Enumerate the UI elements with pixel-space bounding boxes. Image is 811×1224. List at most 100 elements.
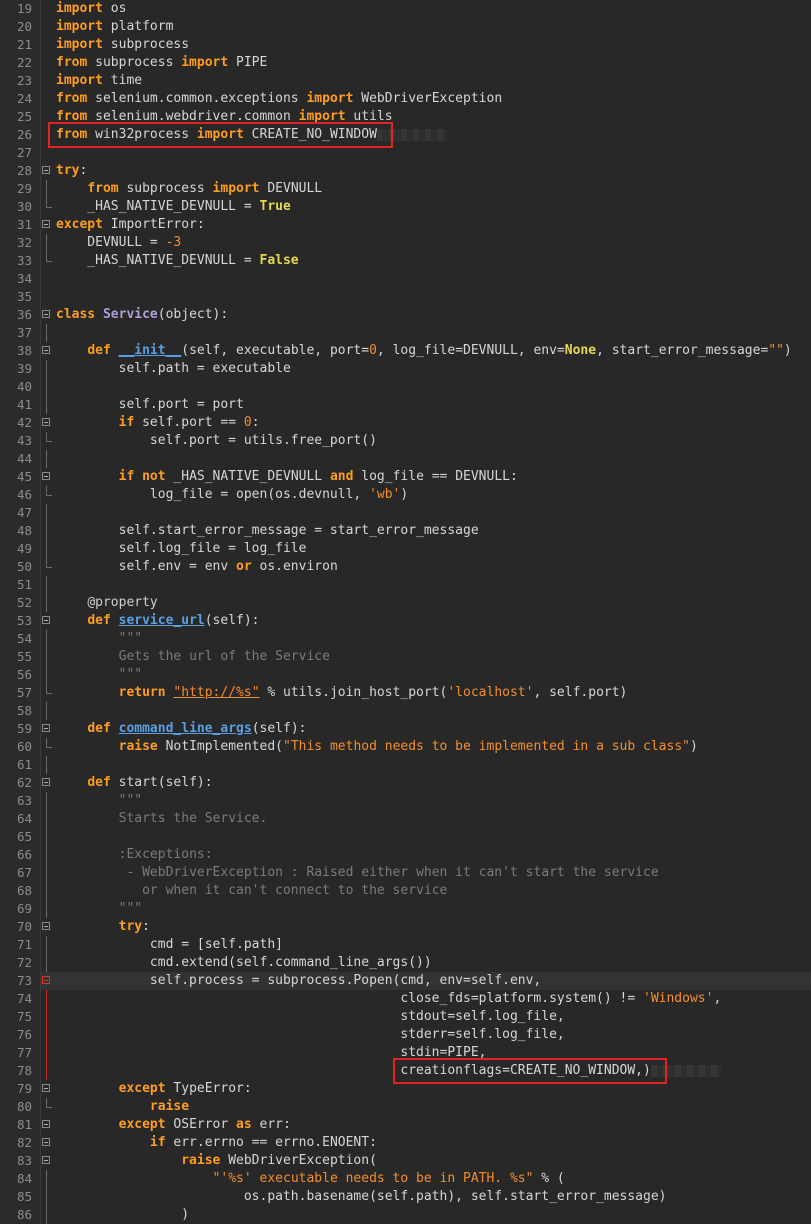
code-line-26[interactable]: 26 from win32process import CREATE_NO_WIN… bbox=[0, 126, 811, 144]
token: DEVNULL bbox=[259, 181, 323, 196]
code-line-58[interactable]: 58 bbox=[0, 702, 811, 720]
code-line-34[interactable]: 34 bbox=[0, 270, 811, 288]
code-line-82[interactable]: 82 if err.errno == errno.ENOENT: bbox=[0, 1134, 811, 1152]
fold-toggle-icon[interactable] bbox=[42, 976, 50, 984]
code-line-64[interactable]: 64 Starts the Service. bbox=[0, 810, 811, 828]
code-line-31[interactable]: 31 except ImportError: bbox=[0, 216, 811, 234]
code-line-38[interactable]: 38 def __init__(self, executable, port=0… bbox=[0, 342, 811, 360]
code-text: from subprocess import DEVNULL bbox=[56, 180, 322, 198]
code-line-85[interactable]: 85 os.path.basename(self.path), self.sta… bbox=[0, 1188, 811, 1206]
code-line-52[interactable]: 52 @property bbox=[0, 594, 811, 612]
code-line-70[interactable]: 70 try: bbox=[0, 918, 811, 936]
fold-toggle-icon[interactable] bbox=[42, 616, 50, 624]
code-line-40[interactable]: 40 bbox=[0, 378, 811, 396]
code-line-61[interactable]: 61 bbox=[0, 756, 811, 774]
code-line-53[interactable]: 53 def service_url(self): bbox=[0, 612, 811, 630]
code-line-41[interactable]: 41 self.port = port bbox=[0, 396, 811, 414]
code-line-47[interactable]: 47 bbox=[0, 504, 811, 522]
line-number: 35 bbox=[16, 289, 32, 304]
code-line-45[interactable]: 45 if not _HAS_NATIVE_DEVNULL and log_fi… bbox=[0, 468, 811, 486]
token: 'wb' bbox=[369, 487, 401, 502]
code-line-62[interactable]: 62 def start(self): bbox=[0, 774, 811, 792]
code-line-81[interactable]: 81 except OSError as err: bbox=[0, 1116, 811, 1134]
fold-toggle-icon[interactable] bbox=[42, 778, 50, 786]
code-line-56[interactable]: 56 """ bbox=[0, 666, 811, 684]
fold-toggle-icon[interactable] bbox=[42, 1156, 50, 1164]
fold-toggle-icon[interactable] bbox=[42, 1084, 50, 1092]
code-line-25[interactable]: 25 from selenium.webdriver.common import … bbox=[0, 108, 811, 126]
code-line-29[interactable]: 29 from subprocess import DEVNULL bbox=[0, 180, 811, 198]
code-line-42[interactable]: 42 if self.port == 0: bbox=[0, 414, 811, 432]
line-number: 62 bbox=[16, 775, 32, 790]
code-line-19[interactable]: 19 import os bbox=[0, 0, 811, 18]
token: 'Windows' bbox=[643, 991, 714, 1006]
code-line-72[interactable]: 72 cmd.extend(self.command_line_args()) bbox=[0, 954, 811, 972]
code-line-57[interactable]: 57 return "http://%s" % utils.join_host_… bbox=[0, 684, 811, 702]
code-line-79[interactable]: 79 except TypeError: bbox=[0, 1080, 811, 1098]
code-line-54[interactable]: 54 """ bbox=[0, 630, 811, 648]
code-editor[interactable]: 19 import os 20 import platform 21 import sub… bbox=[0, 0, 811, 1224]
code-line-24[interactable]: 24 from selenium.common.exceptions import… bbox=[0, 90, 811, 108]
code-line-23[interactable]: 23 import time bbox=[0, 72, 811, 90]
code-line-73[interactable]: 73 self.process = subprocess.Popen(cmd, … bbox=[0, 972, 811, 990]
fold-toggle-icon[interactable] bbox=[42, 310, 50, 318]
token: os.path.basename(self.path), self.start_… bbox=[56, 1189, 667, 1204]
token: (self): bbox=[204, 613, 260, 628]
fold-toggle-icon[interactable] bbox=[42, 220, 50, 228]
code-line-37[interactable]: 37 bbox=[0, 324, 811, 342]
code-line-78[interactable]: 78 creationflags=CREATE_NO_WINDOW,) bbox=[0, 1062, 811, 1080]
code-line-86[interactable]: 86 ) bbox=[0, 1206, 811, 1224]
token: 'localhost' bbox=[447, 685, 534, 700]
code-line-84[interactable]: 84 "'%s' executable needs to be in PATH.… bbox=[0, 1170, 811, 1188]
code-line-46[interactable]: 46 log_file = open(os.devnull, 'wb') bbox=[0, 486, 811, 504]
code-line-77[interactable]: 77 stdin=PIPE, bbox=[0, 1044, 811, 1062]
code-line-51[interactable]: 51 bbox=[0, 576, 811, 594]
code-line-68[interactable]: 68 or when it can't connect to the servi… bbox=[0, 882, 811, 900]
code-line-21[interactable]: 21 import subprocess bbox=[0, 36, 811, 54]
fold-toggle-icon[interactable] bbox=[42, 1120, 50, 1128]
code-line-80[interactable]: 80 raise bbox=[0, 1098, 811, 1116]
token: if bbox=[149, 1135, 166, 1150]
code-line-28[interactable]: 28 try: bbox=[0, 162, 811, 180]
fold-guide bbox=[46, 900, 47, 918]
fold-toggle-icon[interactable] bbox=[42, 166, 50, 174]
fold-toggle-icon[interactable] bbox=[42, 472, 50, 480]
code-line-63[interactable]: 63 """ bbox=[0, 792, 811, 810]
fold-toggle-icon[interactable] bbox=[42, 346, 50, 354]
code-line-66[interactable]: 66 :Exceptions: bbox=[0, 846, 811, 864]
code-line-27[interactable]: 27 bbox=[0, 144, 811, 162]
code-line-43[interactable]: 43 self.port = utils.free_port() bbox=[0, 432, 811, 450]
code-line-48[interactable]: 48 self.start_error_message = start_erro… bbox=[0, 522, 811, 540]
code-line-30[interactable]: 30 _HAS_NATIVE_DEVNULL = True bbox=[0, 198, 811, 216]
fold-toggle-icon[interactable] bbox=[42, 418, 50, 426]
code-line-74[interactable]: 74 close_fds=platform.system() != 'Windo… bbox=[0, 990, 811, 1008]
line-number: 24 bbox=[16, 91, 32, 106]
code-line-44[interactable]: 44 bbox=[0, 450, 811, 468]
fold-toggle-icon[interactable] bbox=[42, 1138, 50, 1146]
line-number: 73 bbox=[16, 973, 32, 988]
code-line-20[interactable]: 20 import platform bbox=[0, 18, 811, 36]
code-line-49[interactable]: 49 self.log_file = log_file bbox=[0, 540, 811, 558]
code-line-22[interactable]: 22 from subprocess import PIPE bbox=[0, 54, 811, 72]
code-line-60[interactable]: 60 raise NotImplemented("This method nee… bbox=[0, 738, 811, 756]
code-line-65[interactable]: 65 bbox=[0, 828, 811, 846]
code-line-69[interactable]: 69 """ bbox=[0, 900, 811, 918]
code-line-67[interactable]: 67 - WebDriverException : Raised either … bbox=[0, 864, 811, 882]
fold-toggle-icon[interactable] bbox=[42, 922, 50, 930]
code-line-39[interactable]: 39 self.path = executable bbox=[0, 360, 811, 378]
line-number: 71 bbox=[16, 937, 32, 952]
code-line-35[interactable]: 35 bbox=[0, 288, 811, 306]
code-line-36[interactable]: 36 class Service(object): bbox=[0, 306, 811, 324]
code-line-59[interactable]: 59 def command_line_args(self): bbox=[0, 720, 811, 738]
code-line-71[interactable]: 71 cmd = [self.path] bbox=[0, 936, 811, 954]
code-line-55[interactable]: 55 Gets the url of the Service bbox=[0, 648, 811, 666]
code-line-33[interactable]: 33 _HAS_NATIVE_DEVNULL = False bbox=[0, 252, 811, 270]
code-line-75[interactable]: 75 stdout=self.log_file, bbox=[0, 1008, 811, 1026]
code-line-32[interactable]: 32 DEVNULL = -3 bbox=[0, 234, 811, 252]
code-line-76[interactable]: 76 stderr=self.log_file, bbox=[0, 1026, 811, 1044]
code-line-50[interactable]: 50 self.env = env or os.environ bbox=[0, 558, 811, 576]
fold-toggle-icon[interactable] bbox=[42, 724, 50, 732]
code-line-83[interactable]: 83 raise WebDriverException( bbox=[0, 1152, 811, 1170]
